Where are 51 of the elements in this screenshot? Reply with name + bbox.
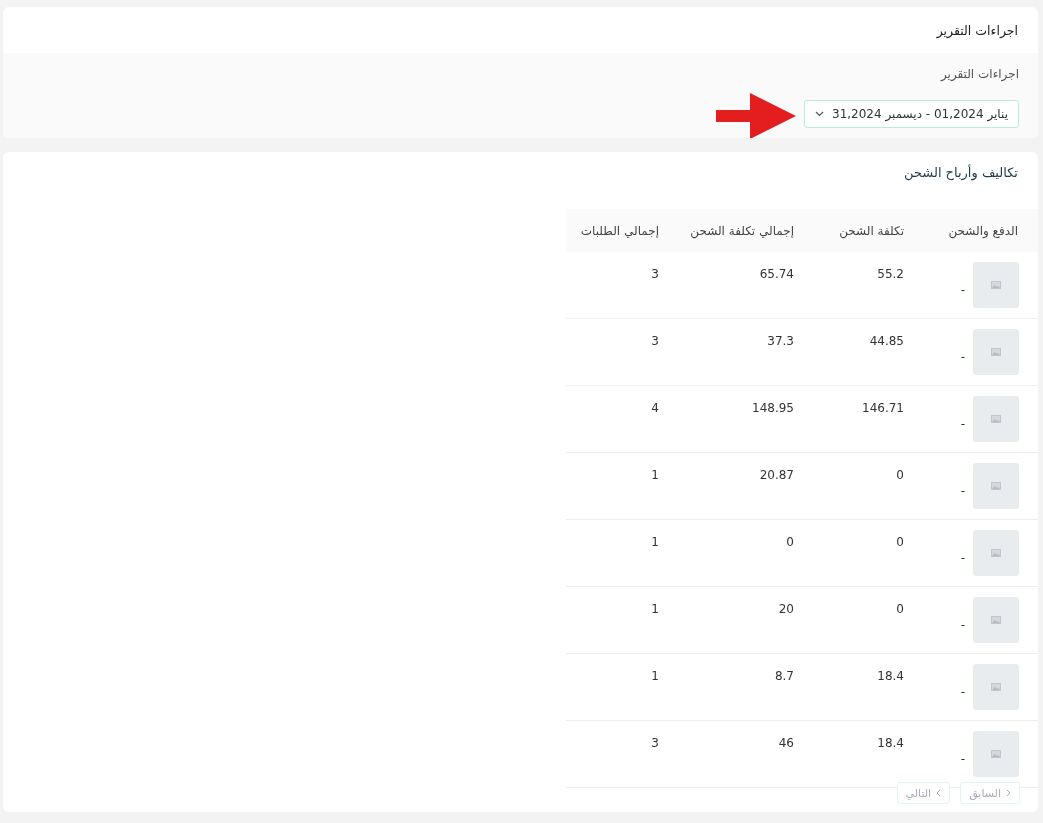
- table-cell: 0: [896, 468, 904, 482]
- table-cell: 1: [651, 535, 659, 549]
- card-title: تكاليف وأرباح الشحن: [903, 163, 1019, 183]
- image-icon: [991, 415, 1001, 423]
- table-cell: 37.3: [767, 334, 794, 348]
- table-cell: 1: [651, 468, 659, 482]
- card-title: اجراءات التقرير: [936, 22, 1018, 38]
- image-icon: [991, 281, 1001, 289]
- table-cell: -: [960, 283, 965, 297]
- table-cell: 65.74: [759, 267, 794, 281]
- table-cell: -: [960, 618, 965, 632]
- table-cell: 3: [651, 736, 659, 750]
- table-cell: 0: [786, 535, 794, 549]
- table-cell: 20: [778, 602, 794, 616]
- table-cell: 0: [896, 535, 904, 549]
- table-cell: 44.85: [869, 334, 904, 348]
- date-range-dropdown[interactable]: يناير 01,2024 - ديسمبر 31,2024: [804, 100, 1019, 128]
- table-cell: 1: [651, 669, 659, 683]
- chevron-down-icon: [815, 111, 824, 117]
- table-cell: 148.95: [752, 401, 794, 415]
- table-cell: 4: [651, 401, 659, 415]
- chevron-icon: [1006, 789, 1011, 797]
- table-cell: -: [960, 484, 965, 498]
- column-header: تكلفة الشحن: [838, 223, 905, 238]
- table-cell: 20.87: [759, 468, 794, 482]
- table-cell: 0: [896, 602, 904, 616]
- table-cell: 18.4: [877, 736, 904, 750]
- table-cell: -: [960, 417, 965, 431]
- image-icon: [991, 482, 1001, 490]
- table-cell: -: [960, 685, 965, 699]
- column-header: الدفع والشحن: [947, 223, 1019, 238]
- image-icon: [991, 750, 1001, 758]
- table-cell: -: [960, 752, 965, 766]
- table-cell: 55.2: [877, 267, 904, 281]
- table-cell: 46: [778, 736, 794, 750]
- table-cell: -: [960, 551, 965, 565]
- table-cell: 8.7: [774, 669, 794, 683]
- chevron-icon: [936, 789, 942, 797]
- table-cell: 18.4: [877, 669, 904, 683]
- column-header: إجمالي تكلفة الشحن: [689, 223, 795, 238]
- table-cell: 3: [651, 334, 659, 348]
- image-icon: [991, 616, 1001, 624]
- field-label: اجراءات التقرير: [939, 67, 1019, 81]
- image-icon: [991, 683, 1001, 691]
- table-cell: 146.71: [862, 401, 904, 415]
- table-cell: 1: [651, 602, 659, 616]
- image-icon: [991, 348, 1001, 356]
- column-header: إجمالي الطلبات: [579, 223, 660, 238]
- table-cell: -: [960, 350, 965, 364]
- image-icon: [991, 549, 1001, 557]
- table-cell: 3: [651, 267, 659, 281]
